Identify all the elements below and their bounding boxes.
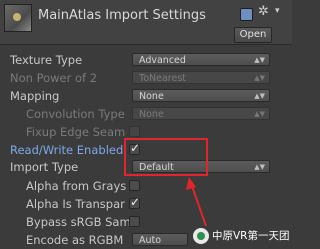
annotation-arrow xyxy=(186,177,207,227)
watermark-text: 中原VR第一天团 xyxy=(212,230,290,242)
watermark: 中原VR第一天团 xyxy=(190,225,292,247)
wechat-logo-icon xyxy=(193,228,209,244)
